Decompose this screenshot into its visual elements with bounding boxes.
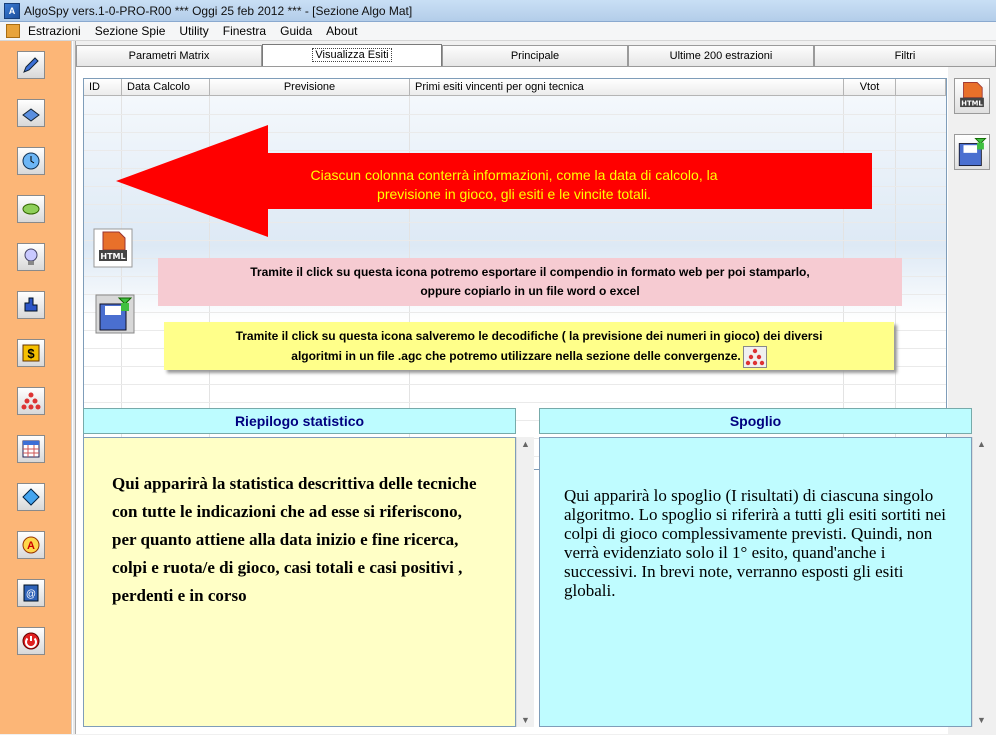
- letter-a-icon[interactable]: A: [17, 531, 45, 559]
- menu-guida[interactable]: Guida: [278, 24, 314, 38]
- menu-utility[interactable]: Utility: [177, 24, 210, 38]
- col-vtot[interactable]: Vtot: [844, 79, 896, 96]
- tab-visualizza-esiti[interactable]: Visualizza Esiti: [262, 44, 442, 67]
- tab-filtri[interactable]: Filtri: [814, 45, 996, 66]
- pyramid-icon[interactable]: [17, 387, 45, 415]
- clock-icon[interactable]: [17, 147, 45, 175]
- grid-header: ID Data Calcolo Previsione Primi esiti v…: [84, 79, 946, 96]
- book-icon[interactable]: [17, 99, 45, 127]
- spoglio-scrollbar[interactable]: ▲ ▼: [972, 437, 990, 727]
- riepilogo-textbox[interactable]: Qui apparirà la statistica descrittiva d…: [83, 437, 516, 727]
- save-decodes-note: Tramite il click su questa icona salvere…: [164, 322, 894, 370]
- pencil-icon[interactable]: [17, 51, 45, 79]
- svg-text:A: A: [27, 540, 35, 552]
- convergence-pyramid-icon: [742, 346, 767, 368]
- email-book-icon[interactable]: @: [17, 579, 45, 607]
- calendar-icon[interactable]: [17, 435, 45, 463]
- riepilogo-header: Riepilogo statistico: [83, 408, 516, 434]
- col-id[interactable]: ID: [84, 79, 122, 96]
- tab-strip: Parametri Matrix Visualizza Esiti Princi…: [76, 44, 996, 67]
- floppy-save-icon: [958, 137, 987, 167]
- menu-estrazioni[interactable]: Estrazioni: [26, 24, 83, 38]
- tab-principale[interactable]: Principale: [442, 45, 628, 66]
- menu-finestra[interactable]: Finestra: [221, 24, 268, 38]
- html-export-icon: HTML: [93, 228, 133, 268]
- hand-icon[interactable]: [17, 291, 45, 319]
- riepilogo-scrollbar[interactable]: ▲ ▼: [516, 437, 534, 727]
- tab-parametri-matrix[interactable]: Parametri Matrix: [76, 45, 262, 66]
- svg-text:HTML: HTML: [961, 99, 983, 107]
- left-toolbar: $ A @: [0, 41, 72, 734]
- tab-content: ID Data Calcolo Previsione Primi esiti v…: [76, 66, 996, 735]
- arrow-annotation-text: Ciascun colonna conterrà informazioni, c…: [310, 167, 718, 202]
- save-decodes-button[interactable]: [954, 134, 990, 170]
- diamond-icon[interactable]: [17, 483, 45, 511]
- col-filler: [896, 79, 946, 96]
- title-bar: A AlgoSpy vers.1-0-PRO-R00 *** Oggi 25 f…: [0, 0, 996, 22]
- window-title: AlgoSpy vers.1-0-PRO-R00 *** Oggi 25 feb…: [24, 3, 413, 18]
- save-decodes-icon: [95, 294, 135, 334]
- lightbulb-icon[interactable]: [17, 243, 45, 271]
- mdi-child-icon[interactable]: [6, 24, 20, 38]
- col-data-calcolo[interactable]: Data Calcolo: [122, 79, 210, 96]
- binoculars-icon[interactable]: [17, 195, 45, 223]
- menu-bar: Estrazioni Sezione Spie Utility Finestra…: [0, 22, 996, 41]
- svg-text:@: @: [26, 589, 36, 600]
- spoglio-header: Spoglio: [539, 408, 972, 434]
- svg-text:$: $: [27, 346, 35, 361]
- spoglio-textbox[interactable]: Qui apparirà lo spoglio (I risultati) di…: [539, 437, 972, 727]
- col-primi-esiti[interactable]: Primi esiti vincenti per ogni tecnica: [410, 79, 844, 96]
- dollar-icon[interactable]: $: [17, 339, 45, 367]
- menu-about[interactable]: About: [324, 24, 359, 38]
- app-logo-icon: A: [4, 2, 20, 19]
- tab-ultime-200[interactable]: Ultime 200 estrazioni: [628, 45, 814, 66]
- svg-text:HTML: HTML: [100, 252, 125, 261]
- html-export-note: Tramite il click su questa icona potremo…: [158, 258, 902, 306]
- menu-sezione-spie[interactable]: Sezione Spie: [93, 24, 168, 38]
- col-previsione[interactable]: Previsione: [210, 79, 410, 96]
- html-export-button[interactable]: HTML: [954, 78, 990, 114]
- html-icon: HTML: [960, 81, 984, 107]
- power-icon[interactable]: [17, 627, 45, 655]
